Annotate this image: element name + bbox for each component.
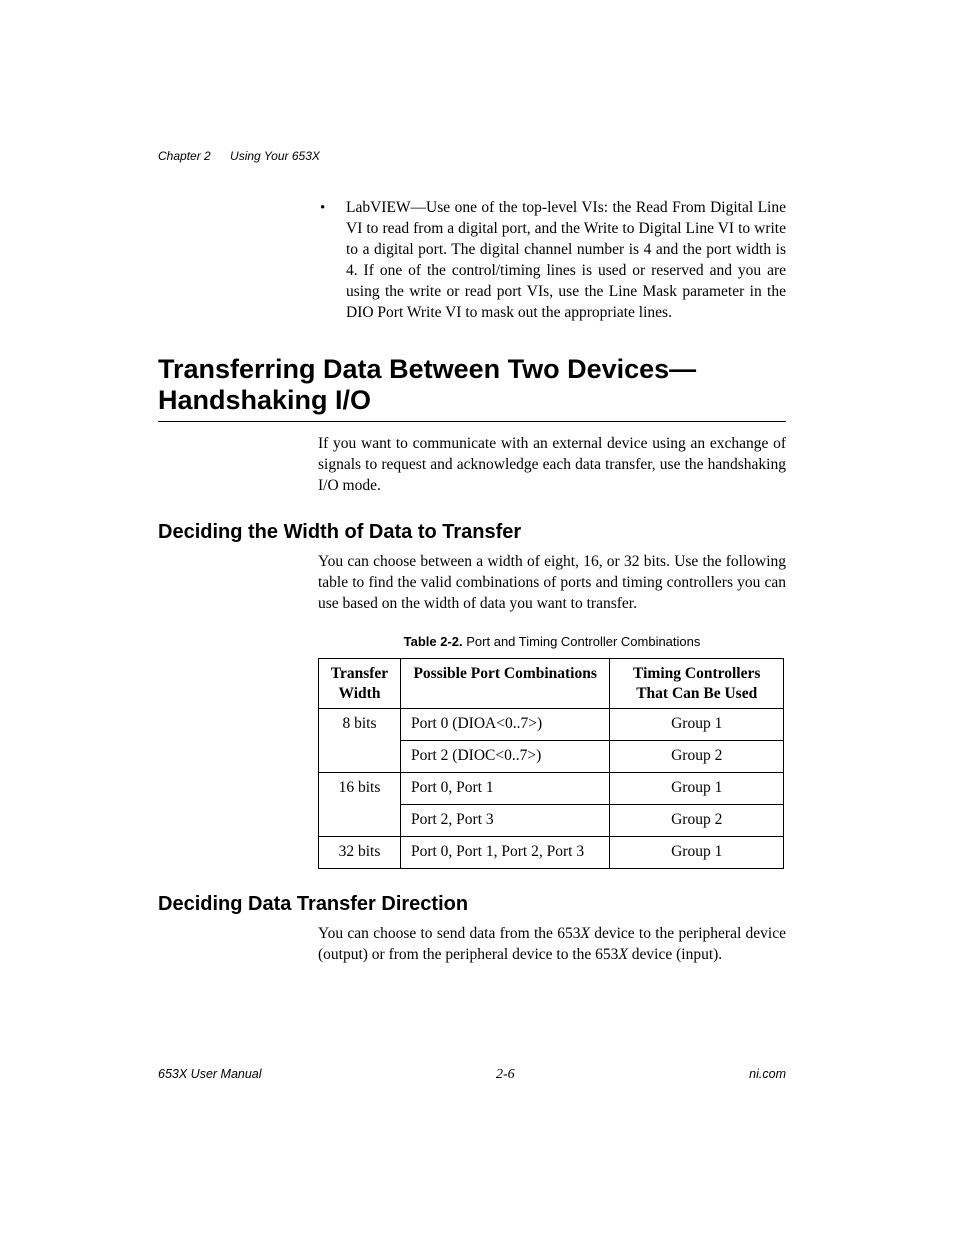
table-caption-text-value: Port and Timing Controller Combinations — [466, 634, 700, 649]
table-caption-label: Table 2-2. — [404, 634, 463, 649]
cell-tc: Group 1 — [610, 709, 784, 741]
sub2-body-block: You can choose to send data from the 653… — [318, 924, 786, 966]
th-timing-controllers: Timing Controllers That Can Be Used — [610, 659, 784, 709]
footer-left: 653X User Manual — [158, 1066, 262, 1085]
bullet-list: LabVIEW—Use one of the top-level VIs: th… — [318, 198, 786, 324]
cell-tc: Group 1 — [610, 772, 784, 804]
sub1-body: You can choose between a width of eight,… — [318, 552, 786, 615]
italic-x: X — [618, 946, 627, 963]
table-row: 32 bits Port 0, Port 1, Port 2, Port 3 G… — [319, 836, 784, 868]
content: LabVIEW—Use one of the top-level VIs: th… — [158, 198, 786, 966]
page: Chapter 2 Using Your 653X LabVIEW—Use on… — [0, 0, 954, 1235]
subsection-title-width: Deciding the Width of Data to Transfer — [158, 519, 786, 546]
cell-ports: Port 2, Port 3 — [400, 804, 609, 836]
footer-right: ni.com — [749, 1066, 786, 1085]
table-caption: Table 2-2. Port and Timing Controller Co… — [318, 633, 786, 651]
cell-tc: Group 2 — [610, 804, 784, 836]
table-row: 8 bits Port 0 (DIOA<0..7>) Group 1 — [319, 709, 784, 741]
sub2-body-pre: You can choose to send data from the 653 — [318, 925, 580, 942]
footer-page-number: 2-6 — [496, 1066, 515, 1085]
table-header-row: Transfer Width Possible Port Combination… — [319, 659, 784, 709]
sub2-body: You can choose to send data from the 653… — [318, 924, 786, 966]
chapter-title: Using Your 653X — [230, 149, 320, 163]
cell-width: 8 bits — [319, 709, 401, 773]
sub1-body-block: You can choose between a width of eight,… — [318, 552, 786, 869]
cell-ports: Port 0 (DIOA<0..7>) — [400, 709, 609, 741]
cell-ports: Port 2 (DIOC<0..7>) — [400, 741, 609, 773]
section-title-handshaking: Transferring Data Between Two Devices—Ha… — [158, 354, 786, 423]
port-timing-table: Transfer Width Possible Port Combination… — [318, 658, 784, 868]
running-header: Chapter 2 Using Your 653X — [158, 148, 320, 164]
cell-width: 16 bits — [319, 772, 401, 836]
cell-ports: Port 0, Port 1 — [400, 772, 609, 804]
page-footer: 653X User Manual 2-6 ni.com — [158, 1066, 786, 1085]
sub2-body-post: device (input). — [628, 946, 722, 963]
cell-ports: Port 0, Port 1, Port 2, Port 3 — [400, 836, 609, 868]
chapter-number: Chapter 2 — [158, 149, 211, 163]
cell-tc: Group 2 — [610, 741, 784, 773]
table-row: 16 bits Port 0, Port 1 Group 1 — [319, 772, 784, 804]
section-intro-block: If you want to communicate with an exter… — [318, 434, 786, 497]
cell-width: 32 bits — [319, 836, 401, 868]
italic-x: X — [580, 925, 589, 942]
cell-tc: Group 1 — [610, 836, 784, 868]
th-possible-ports: Possible Port Combinations — [400, 659, 609, 709]
th-transfer-width: Transfer Width — [319, 659, 401, 709]
section-intro: If you want to communicate with an exter… — [318, 434, 786, 497]
subsection-title-direction: Deciding Data Transfer Direction — [158, 891, 786, 918]
bullet-text: LabVIEW—Use one of the top-level VIs: th… — [346, 199, 786, 321]
bullet-item-labview: LabVIEW—Use one of the top-level VIs: th… — [318, 198, 786, 324]
